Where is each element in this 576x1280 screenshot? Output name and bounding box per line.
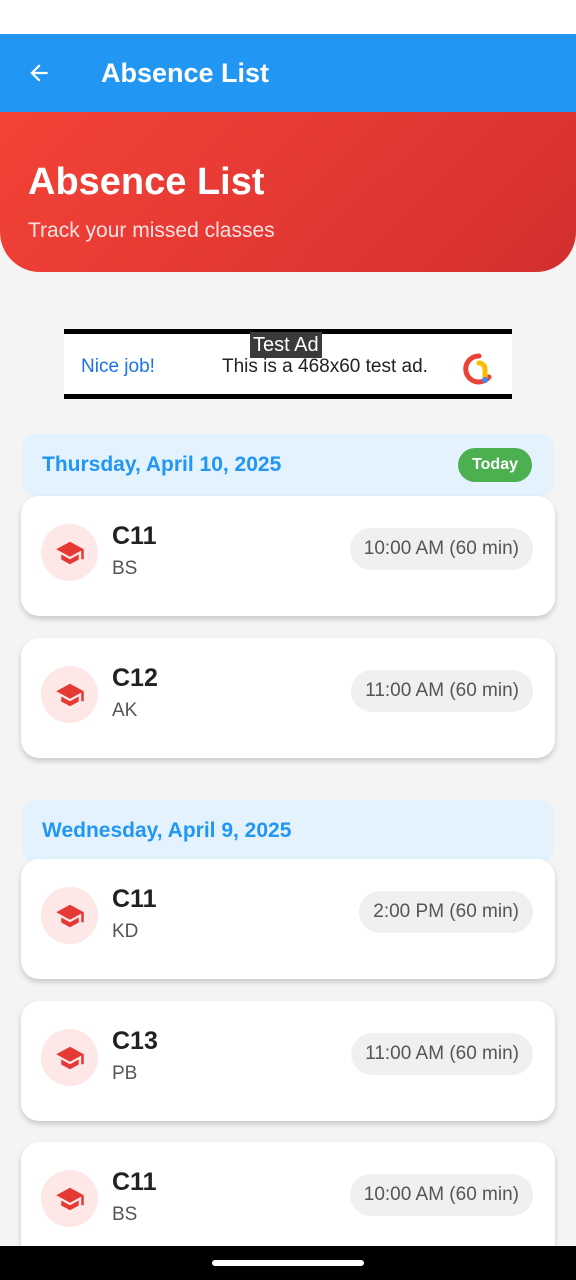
ad-nice-text: Nice job! (81, 356, 155, 377)
today-badge: Today (458, 448, 532, 482)
teacher-initials: AK (112, 700, 138, 721)
absence-card[interactable]: C13 PB 11:00 AM (60 min) (21, 1001, 555, 1121)
back-button[interactable] (18, 52, 60, 94)
status-bar (0, 0, 576, 34)
date-header: Thursday, April 10, 2025 Today (22, 434, 554, 496)
teacher-initials: PB (112, 1063, 138, 1084)
absence-card[interactable]: C11 KD 2:00 PM (60 min) (21, 859, 555, 979)
home-handle[interactable] (212, 1260, 364, 1266)
graduation-cap-icon (41, 1170, 98, 1227)
teacher-initials: KD (112, 921, 139, 942)
graduation-cap-icon (41, 887, 98, 944)
ad-tag: Test Ad (250, 332, 322, 358)
date-header: Wednesday, April 9, 2025 (22, 800, 554, 862)
time-pill: 11:00 AM (60 min) (351, 670, 533, 712)
hero-subtitle: Track your missed classes (28, 219, 275, 242)
hero-banner: Absence List Track your missed classes (0, 112, 576, 272)
teacher-initials: BS (112, 558, 138, 579)
time-pill: 11:00 AM (60 min) (351, 1033, 533, 1075)
time-pill: 10:00 AM (60 min) (349, 528, 533, 570)
absence-card[interactable]: C11 BS 10:00 AM (60 min) (21, 496, 555, 616)
time-pill: 2:00 PM (60 min) (359, 891, 533, 933)
graduation-cap-icon (41, 524, 98, 581)
app-bar-title: Absence List (101, 58, 270, 88)
class-name: C12 (112, 664, 158, 692)
ad-logo-icon (463, 353, 492, 385)
class-name: C11 (112, 522, 157, 550)
app-bar: Absence List (0, 34, 576, 112)
class-name: C11 (112, 885, 157, 913)
hero-title: Absence List (28, 161, 265, 203)
arrow-left-icon (30, 64, 48, 82)
time-pill: 10:00 AM (60 min) (349, 1174, 533, 1216)
class-name: C13 (112, 1027, 158, 1055)
class-name: C11 (112, 1168, 157, 1196)
absence-card[interactable]: C12 AK 11:00 AM (60 min) (21, 638, 555, 758)
ad-banner[interactable]: Test Ad Nice job! This is a 468x60 test … (64, 329, 512, 399)
date-label: Thursday, April 10, 2025 (42, 453, 282, 476)
system-nav-bar (0, 1246, 576, 1280)
teacher-initials: BS (112, 1204, 138, 1225)
ad-text: This is a 468x60 test ad. (222, 356, 428, 377)
date-label: Wednesday, April 9, 2025 (42, 819, 292, 842)
absence-card[interactable]: C11 BS 10:00 AM (60 min) (21, 1142, 555, 1262)
graduation-cap-icon (41, 666, 98, 723)
graduation-cap-icon (41, 1029, 98, 1086)
